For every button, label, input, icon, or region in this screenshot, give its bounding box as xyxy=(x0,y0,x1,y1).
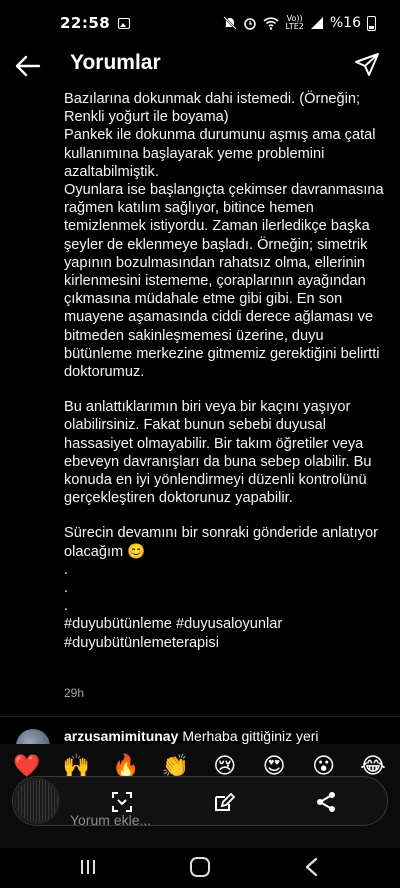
caption-paragraph: Bazılarına dokunmak dahi istemedi. (Örne… xyxy=(64,91,361,126)
battery-percent: %16 xyxy=(329,15,361,31)
paper-plane-icon[interactable] xyxy=(354,52,380,78)
caption-paragraph: Sürecin devamını bir sonraki gönderide a… xyxy=(64,525,378,560)
network-type: Vo)) LTE2 xyxy=(285,14,304,31)
comment-username[interactable]: arzusamimitunay xyxy=(64,728,178,744)
comment-body: Merhaba gittiğiniz yeri xyxy=(182,728,319,744)
arrow-left-icon[interactable] xyxy=(14,52,42,80)
divider xyxy=(0,716,400,717)
status-icons: Vo)) LTE2 %16 xyxy=(223,15,376,31)
caption-paragraph: Oyunlara ise başlangıçta çekimser davran… xyxy=(64,182,384,381)
home-icon[interactable] xyxy=(190,857,210,877)
status-time: 22:58 xyxy=(60,14,111,32)
gallery-notification-icon xyxy=(118,17,131,29)
post-time-ago: 29h xyxy=(64,686,85,700)
page-title: Yorumlar xyxy=(70,51,161,74)
battery-icon xyxy=(367,15,376,31)
recent-apps-icon[interactable] xyxy=(79,858,97,876)
alarm-icon xyxy=(244,18,257,30)
wifi-icon xyxy=(263,17,280,30)
caption-dot: . xyxy=(64,580,69,597)
mute-icon xyxy=(223,16,238,30)
share-icon[interactable] xyxy=(314,790,338,814)
caption-dot: . xyxy=(64,561,69,578)
caption-paragraph: Bu anlattıklarımın biri veya bir kaçını … xyxy=(64,399,372,507)
caption-dot: . xyxy=(64,598,69,615)
system-nav-bar xyxy=(0,848,400,888)
avatar xyxy=(14,778,60,824)
status-bar: 22:58 Vo)) LTE2 %16 xyxy=(0,0,400,46)
caption-hashtags[interactable]: #duyubütünleme #duyusaloyunlar #duyubütü… xyxy=(64,615,386,651)
comment-text: arzusamimitunay Merhaba gittiğiniz yeri xyxy=(64,728,319,744)
signal-icon xyxy=(310,17,323,29)
comments-header: Yorumlar xyxy=(0,46,400,86)
caption-paragraph: Pankek ile dokunma durumunu aşmış ama ça… xyxy=(64,127,376,180)
back-icon[interactable] xyxy=(303,857,321,877)
comment-input[interactable] xyxy=(70,810,270,830)
post-caption: Bazılarına dokunmak dahi istemedi. (Örne… xyxy=(64,86,386,652)
